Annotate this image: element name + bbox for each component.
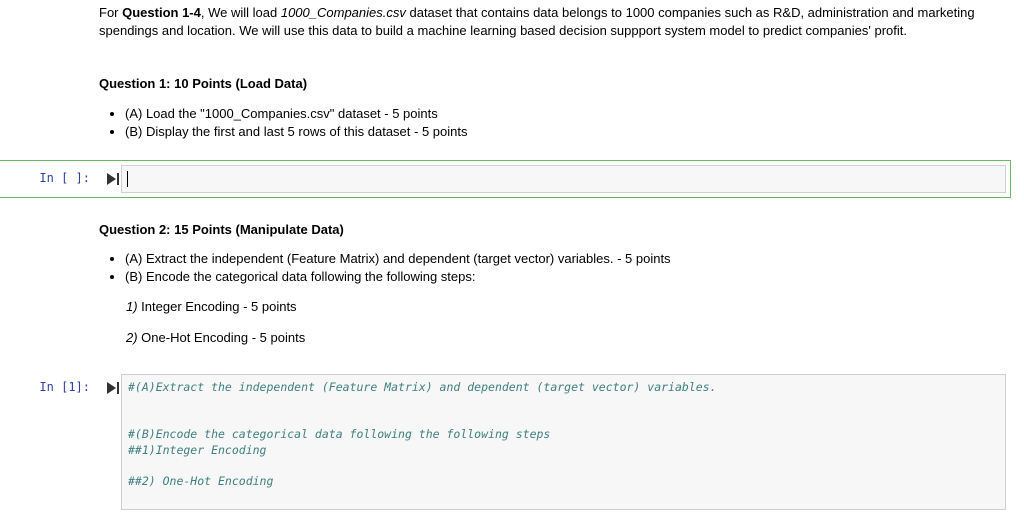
list-item: (A) Load the "1000_Companies.csv" datase…: [125, 105, 984, 123]
code-comment-line: #(A)Extract the independent (Feature Mat…: [128, 380, 717, 394]
intro-text: For: [99, 5, 123, 20]
question1-list: (A) Load the "1000_Companies.csv" datase…: [99, 105, 984, 141]
code-input[interactable]: [121, 165, 1006, 193]
list-item: (B) Display the first and last 5 rows of…: [125, 123, 984, 141]
intro-filename: 1000_Companies.csv: [280, 5, 406, 20]
question2-heading: Question 2: 15 Points (Manipulate Data): [99, 222, 344, 237]
question2-list: (A) Extract the independent (Feature Mat…: [99, 250, 984, 286]
list-item: (A) Extract the independent (Feature Mat…: [125, 250, 984, 268]
intro-text-line2: spendings and location. We will use this…: [99, 23, 907, 38]
run-cell-icon[interactable]: [106, 172, 120, 186]
code-comment-line: ##2) One-Hot Encoding: [128, 474, 274, 488]
intro-paragraph: For Question 1-4, We will load 1000_Comp…: [99, 4, 984, 40]
cell-prompt: In [1]:: [39, 380, 90, 394]
step-text: Integer Encoding - 5 points: [137, 299, 297, 314]
intro-text: , We will load: [200, 5, 281, 20]
list-item: (B) Encode the categorical data followin…: [125, 268, 984, 286]
intro-bold: Question 1-4: [122, 5, 201, 20]
cell-prompt: In [ ]:: [39, 171, 90, 185]
code-input[interactable]: #(A)Extract the independent (Feature Mat…: [121, 374, 1006, 510]
step-2: 2) One-Hot Encoding - 5 points: [126, 329, 984, 347]
step-1: 1) Integer Encoding - 5 points: [126, 298, 984, 316]
code-comment-line: #(B)Encode the categorical data followin…: [128, 427, 551, 441]
step-number: 2): [126, 330, 138, 345]
code-comment-line: ##1)Integer Encoding: [128, 443, 267, 457]
step-text: One-Hot Encoding - 5 points: [137, 330, 306, 345]
step-number: 1): [126, 299, 138, 314]
question1-heading: Question 1: 10 Points (Load Data): [99, 76, 308, 91]
question1-block: Question 1: 10 Points (Load Data) (A) Lo…: [99, 75, 984, 141]
run-cell-icon[interactable]: [106, 381, 120, 395]
intro-text: dataset that contains data belongs to 10…: [405, 5, 975, 20]
text-cursor: [127, 171, 128, 187]
question2-block: Question 2: 15 Points (Manipulate Data) …: [99, 221, 984, 347]
